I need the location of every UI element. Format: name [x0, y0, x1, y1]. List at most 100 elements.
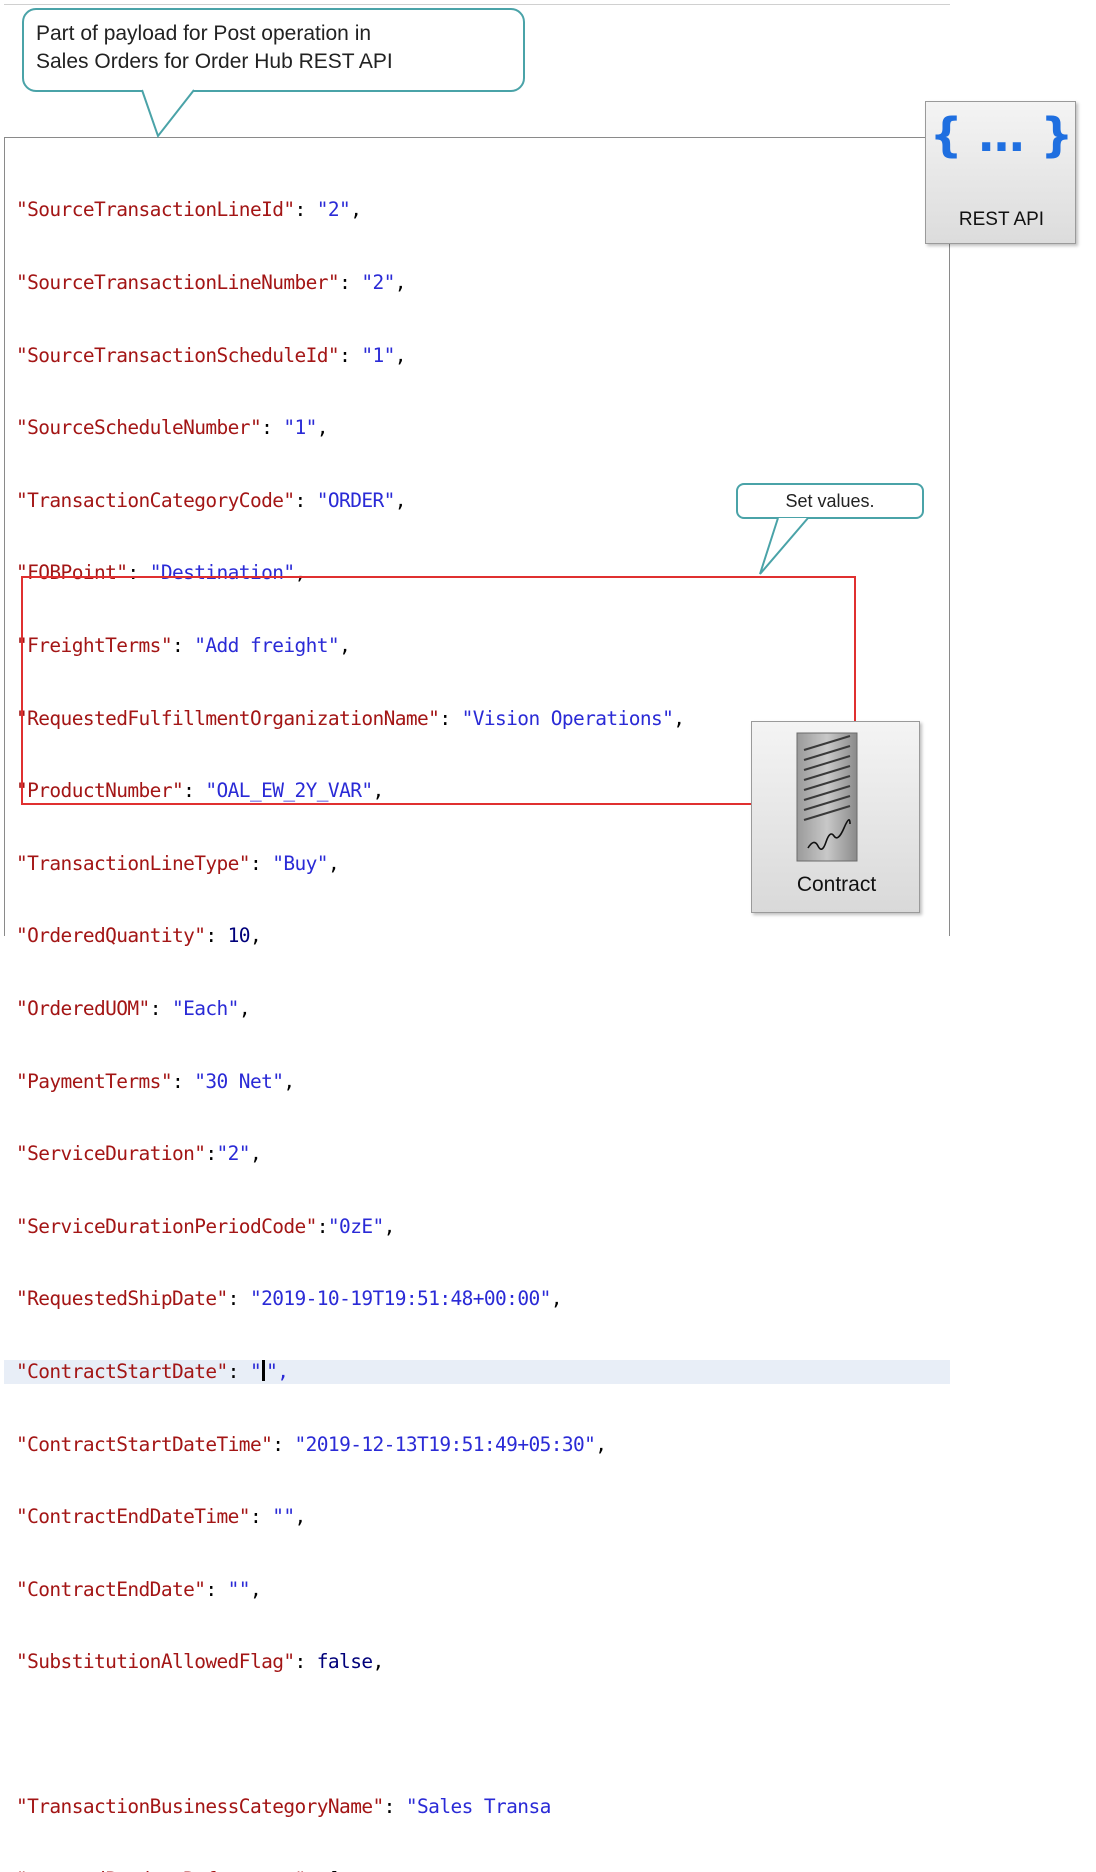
- contract-label: Contract: [796, 873, 877, 896]
- json-tail: [: [328, 1868, 340, 1872]
- json-key: "SubstitutionAllowedFlag": [16, 1650, 295, 1674]
- json-separator: :: [227, 1359, 250, 1383]
- json-value: "Each": [171, 996, 239, 1020]
- text-cursor: [262, 1359, 266, 1381]
- json-key: "TransactionLineType": [16, 851, 251, 875]
- json-value: "2": [316, 198, 351, 222]
- json-value: "Add freight": [194, 633, 340, 657]
- code-line: "ContractEndDate": "",: [16, 1578, 950, 1602]
- json-key: "ServiceDuration": [16, 1142, 206, 1166]
- json-tail: ,: [327, 851, 340, 875]
- json-separator: :: [294, 1650, 317, 1674]
- json-tail: ,: [294, 561, 307, 585]
- set-values-callout-pointer: [759, 517, 809, 575]
- json-value: "0zE": [327, 1214, 384, 1238]
- json-separator: :: [149, 996, 172, 1020]
- code-line: "FreightTerms": "Add freight",: [16, 634, 950, 658]
- json-value: "": [227, 1577, 251, 1601]
- json-separator: :: [339, 343, 362, 367]
- json-tail: ,: [595, 1432, 607, 1456]
- json-value: "OAL_EW_2Y_VAR": [205, 779, 373, 803]
- json-value: "Buy": [272, 851, 328, 875]
- json-tail: ,: [550, 1287, 563, 1311]
- json-separator: :: [383, 1795, 406, 1819]
- json-tail: ,: [394, 488, 407, 512]
- json-tail: ,: [372, 779, 385, 803]
- json-key: "FreightTerms": [16, 633, 173, 657]
- json-key: "ServiceDurationPeriodCode": [16, 1214, 317, 1238]
- json-separator: :: [183, 779, 206, 803]
- json-separator: :: [294, 488, 317, 512]
- json-value: "Vision Operations": [461, 706, 674, 730]
- json-separator: :: [316, 1214, 329, 1238]
- code-line: "TransactionBusinessCategoryName": "Sale…: [16, 1795, 950, 1819]
- json-key: "TransactionBusinessCategoryName": [16, 1795, 384, 1819]
- json-value: "ORDER": [316, 488, 396, 512]
- json-key: "ContractStartDate": [16, 1359, 228, 1383]
- code-line: "ContractEndDateTime": "",: [16, 1505, 950, 1529]
- callout-line-2: Sales Orders for Order Hub REST API: [36, 50, 393, 73]
- code-line: "ServiceDuration":"2",: [16, 1142, 950, 1166]
- code-line-blank: [16, 1723, 950, 1747]
- json-value: "1": [361, 343, 395, 367]
- rest-api-tile: { … } REST API: [925, 101, 1076, 244]
- json-key: "SourceTransactionLineNumber": [16, 271, 340, 294]
- json-key: "OrderedUOM": [16, 996, 150, 1020]
- json-tail: ,: [383, 1214, 396, 1238]
- code-line: "SourceScheduleNumber": "1",: [16, 416, 950, 440]
- json-separator: :: [439, 706, 462, 730]
- json-tail: ,: [673, 706, 685, 730]
- json-key: "SourceScheduleNumber": [16, 416, 262, 440]
- code-line: "OrderedQuantity": 10,: [16, 924, 950, 948]
- json-key: "ContractEndDateTime": [16, 1505, 251, 1529]
- code-line: "PaymentTerms": "30 Net",: [16, 1070, 950, 1094]
- code-line: "SourceTransactionLineId": "2",: [16, 198, 950, 222]
- curly-braces-icon: { … }: [929, 108, 1074, 162]
- current-line[interactable]: "ContractStartDate": " ",: [4, 1359, 950, 1385]
- json-separator: :: [249, 851, 273, 875]
- payload-callout-pointer: [141, 89, 195, 139]
- signed-document-icon: [796, 732, 858, 862]
- json-key: "RequestedShipDate": [16, 1287, 228, 1311]
- json-value: "1": [283, 416, 317, 440]
- json-value: "2": [361, 271, 395, 294]
- json-value: "Sales Transa: [405, 1795, 551, 1819]
- json-key: "FOBPoint": [16, 561, 128, 585]
- json-value: false: [316, 1650, 373, 1674]
- json-tail: ,: [249, 1577, 262, 1601]
- json-tail: ,: [238, 996, 251, 1020]
- json-value: "": [272, 1505, 295, 1529]
- json-key: "SourceTransactionScheduleId": [16, 343, 340, 367]
- json-separator: :: [272, 1432, 295, 1456]
- json-tail: ,: [372, 1650, 384, 1674]
- json-tail: ,: [394, 343, 407, 367]
- json-tail: ,: [316, 416, 329, 440]
- json-key: "coveredProductReferences": [16, 1868, 306, 1872]
- json-separator: :: [205, 1142, 217, 1166]
- json-value: "2": [216, 1142, 251, 1166]
- json-value: "2019-12-13T19:51:49+05:30": [294, 1432, 596, 1456]
- json-separator: :: [294, 198, 317, 222]
- json-tail: ",: [266, 1359, 289, 1383]
- json-tail: ,: [294, 1505, 307, 1529]
- json-key: "ContractEndDate": [16, 1577, 206, 1601]
- json-value: ": [249, 1359, 262, 1383]
- json-tail: ,: [394, 271, 407, 294]
- json-key: "ProductNumber": [16, 779, 184, 803]
- rest-api-label: REST API: [958, 209, 1045, 230]
- json-key: "SourceTransactionLineId": [16, 198, 295, 222]
- json-value: "Destination": [149, 561, 295, 585]
- json-separator: :: [261, 416, 284, 440]
- payload-code: "SourceTransactionLineId": "2", "SourceT…: [4, 150, 950, 1872]
- code-line: "SourceTransactionScheduleId": "1",: [16, 344, 950, 368]
- code-line: "RequestedShipDate": "2019-10-19T19:51:4…: [16, 1287, 950, 1311]
- json-separator: :: [227, 1287, 250, 1311]
- code-line: "ServiceDurationPeriodCode":"0zE",: [16, 1215, 950, 1239]
- json-tail: ,: [350, 198, 362, 222]
- code-line: "coveredProductReferences": [: [16, 1868, 950, 1872]
- json-key: "ContractStartDateTime": [16, 1432, 273, 1456]
- json-key: "RequestedFulfillmentOrganizationName": [16, 706, 440, 730]
- code-line: "OrderedUOM": "Each",: [16, 997, 950, 1021]
- code-line: "ContractStartDateTime": "2019-12-13T19:…: [16, 1433, 950, 1457]
- json-separator: :: [205, 1577, 228, 1601]
